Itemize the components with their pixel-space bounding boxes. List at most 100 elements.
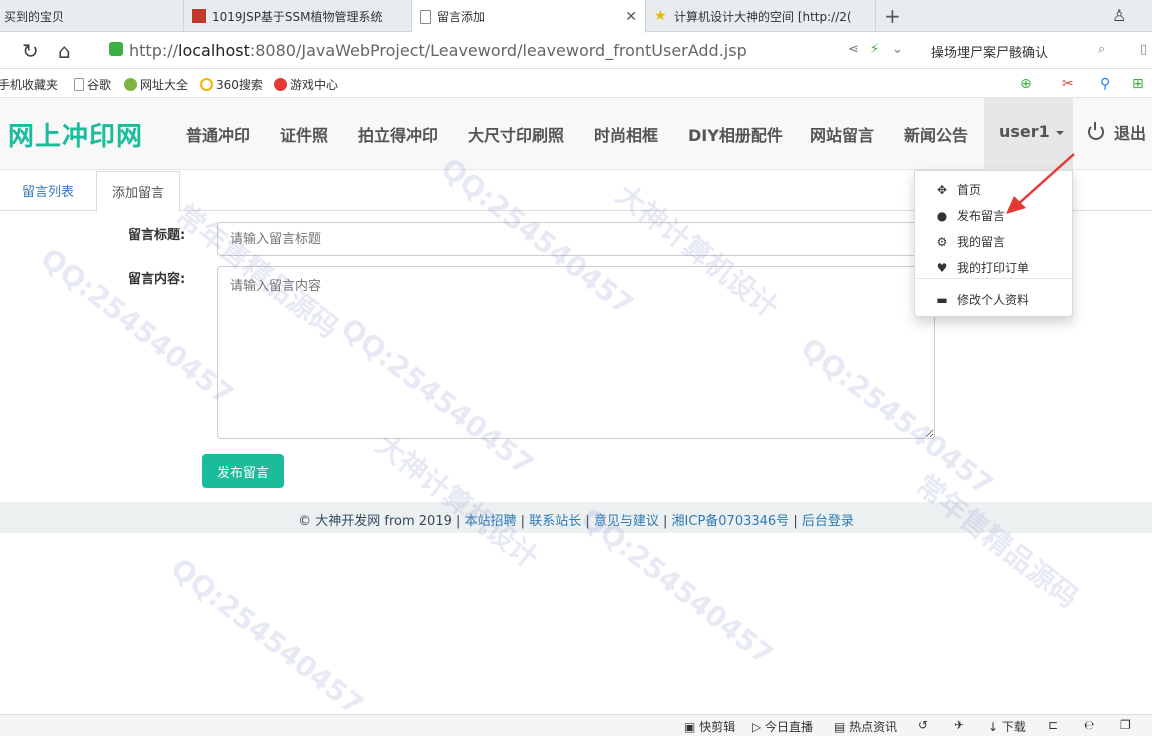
menu-item-home[interactable]: ✥ 首页 xyxy=(935,181,981,198)
content-textarea[interactable] xyxy=(217,266,935,439)
power-icon xyxy=(1088,122,1104,140)
new-tab-icon[interactable]: + xyxy=(884,4,901,28)
bookmark-item[interactable]: 网址大全 xyxy=(124,76,188,93)
status-item[interactable]: ▣ 快剪辑 xyxy=(684,718,735,735)
bookmark-item[interactable]: 谷歌 xyxy=(74,76,111,93)
move-icon: ✥ xyxy=(936,182,948,197)
copyright: © 大神开发网 from 2019 xyxy=(298,514,452,529)
reload-icon[interactable]: ↻ xyxy=(22,39,39,63)
bookmark-item[interactable]: 360搜索 xyxy=(200,76,263,93)
watermark: 常年售精品源码 xyxy=(909,467,1085,615)
tab-message-list[interactable]: 留言列表 xyxy=(7,171,89,211)
star-icon: ★ xyxy=(654,8,667,24)
search-icon[interactable]: ⌕ xyxy=(1098,42,1105,57)
username: user1 xyxy=(999,122,1050,141)
restore-icon[interactable]: ❐ xyxy=(1120,718,1131,732)
url-host: localhost xyxy=(178,41,250,60)
bookmark-label: 手机收藏夹 xyxy=(0,78,59,92)
magnifier-icon[interactable]: ⚲ xyxy=(1100,76,1110,92)
footer-link[interactable]: 意见与建议 xyxy=(594,514,659,529)
bookmark-item[interactable]: 游戏中心 xyxy=(274,76,338,93)
card-icon: ▬ xyxy=(936,292,948,307)
nav-link[interactable]: 拍立得冲印 xyxy=(358,122,438,146)
bookmark-label: 游戏中心 xyxy=(290,78,339,92)
footer-link[interactable]: 后台登录 xyxy=(802,514,854,529)
tab-label: 买到的宝贝 xyxy=(4,9,65,24)
address-bar: ↻ ⌂ http://localhost:8080/JavaWebProject… xyxy=(0,33,1152,69)
status-item[interactable]: ↓ 下载 xyxy=(988,718,1026,735)
history-icon[interactable]: ↺ xyxy=(918,718,928,732)
nav-link[interactable]: DIY相册配件 xyxy=(688,122,783,146)
menu-item-edit-profile[interactable]: ▬ 修改个人资料 xyxy=(935,291,1029,308)
lightning-icon[interactable]: ⚡ xyxy=(870,42,879,57)
content-label: 留言内容: xyxy=(128,272,186,287)
footer-link[interactable]: 本站招聘 xyxy=(465,514,517,529)
browser-tab[interactable]: ★ 计算机设计大神的空间 [http://2( xyxy=(646,0,876,32)
status-label: 今日直播 xyxy=(765,720,814,734)
translate-icon[interactable]: ⊕ xyxy=(1020,76,1032,92)
menu-item-print-orders[interactable]: ♥ 我的打印订单 xyxy=(935,259,1029,276)
annotation-arrow-icon xyxy=(1006,153,1075,214)
status-label: 热点资讯 xyxy=(849,720,898,734)
watermark: 大神计算机设计 xyxy=(368,424,547,576)
menu-label: 首页 xyxy=(957,183,982,197)
logout-button[interactable]: 退出 xyxy=(1088,120,1146,144)
url-prefix: http:// xyxy=(129,41,179,60)
menu-item-my-messages[interactable]: ⚙ 我的留言 xyxy=(935,233,1005,250)
nav-link[interactable]: 时尚相框 xyxy=(594,122,658,146)
close-tab-icon[interactable]: ✕ xyxy=(625,9,637,25)
status-item[interactable]: ▷ 今日直播 xyxy=(752,718,813,735)
footer-link[interactable]: 联系站长 xyxy=(529,514,581,529)
footer: © 大神开发网 from 2019 | 本站招聘 | 联系站长 | 意见与建议 … xyxy=(0,502,1152,533)
nav-link[interactable]: 新闻公告 xyxy=(904,122,968,146)
bookmark-label: 网址大全 xyxy=(140,78,189,92)
heart-icon: ♥ xyxy=(936,260,948,275)
browser-icon[interactable]: ℮ xyxy=(1084,718,1094,732)
submit-button[interactable]: 发布留言 xyxy=(202,454,284,488)
window-icon[interactable]: ⊏ xyxy=(1048,718,1058,732)
site-brand[interactable]: 网上冲印网 xyxy=(8,116,143,153)
status-item[interactable]: ▤ 热点资讯 xyxy=(834,718,897,735)
nav-link[interactable]: 网站留言 xyxy=(810,122,874,146)
secure-shield-icon xyxy=(109,42,123,56)
browser-tab-active[interactable]: 留言添加 ✕ xyxy=(412,0,646,33)
scissors-icon[interactable]: ✂ xyxy=(1062,76,1074,92)
search-box[interactable]: 操场埋尸案尸骸确认 xyxy=(931,42,1048,61)
sidebar-icon[interactable]: ▯ xyxy=(1140,42,1147,57)
shirt-icon[interactable]: ♙ xyxy=(1112,6,1126,25)
browser-tab[interactable]: 买到的宝贝 xyxy=(0,0,184,32)
watermark: QQ:254540457 xyxy=(164,551,370,722)
title-input[interactable] xyxy=(217,222,935,256)
menu-divider xyxy=(916,278,1071,279)
chevron-down-icon[interactable]: ⌄ xyxy=(892,42,903,57)
browser-status-bar: ▣ 快剪辑 ▷ 今日直播 ▤ 热点资讯 ↺ ✈ ↓ 下载 ⊏ ℮ ❐ xyxy=(0,714,1152,736)
status-label: 下载 xyxy=(1001,720,1026,734)
menu-label: 修改个人资料 xyxy=(957,293,1030,307)
gamepad-icon[interactable]: ⊞ xyxy=(1132,76,1144,92)
game-icon xyxy=(274,78,287,91)
tab-label: 留言添加 xyxy=(437,10,486,24)
bookmark-item[interactable]: 手机收藏夹 xyxy=(0,76,58,93)
menu-label: 我的留言 xyxy=(957,235,1006,249)
user-icon: ● xyxy=(936,208,948,223)
globe-icon xyxy=(124,78,137,91)
gear-icon: ⚙ xyxy=(936,234,948,249)
share-icon[interactable]: ⋖ xyxy=(848,42,859,57)
url-field[interactable]: http://localhost:8080/JavaWebProject/Lea… xyxy=(129,41,747,60)
page-icon xyxy=(420,9,431,24)
logout-label: 退出 xyxy=(1114,124,1147,143)
nav-link[interactable]: 大尺寸印刷照 xyxy=(468,122,564,146)
nav-link[interactable]: 普通冲印 xyxy=(186,122,250,146)
watermark: QQ:254540457 xyxy=(34,241,240,412)
nav-link[interactable]: 证件照 xyxy=(280,122,328,146)
pin-icon[interactable]: ✈ xyxy=(954,718,964,732)
browser-tab[interactable]: 1019JSP基于SSM植物管理系统 xyxy=(184,0,412,32)
footer-link[interactable]: 湘ICP备0703346号 xyxy=(672,514,790,529)
url-path: :8080/JavaWebProject/Leaveword/leaveword… xyxy=(249,41,747,60)
bookmark-label: 360搜索 xyxy=(216,78,263,92)
home-icon[interactable]: ⌂ xyxy=(58,39,71,63)
tab-add-message[interactable]: 添加留言 xyxy=(96,171,181,212)
menu-item-post-message[interactable]: ● 发布留言 xyxy=(935,207,1005,224)
bookmarks-bar: 手机收藏夹 谷歌 网址大全 360搜索 游戏中心 ⊕ ✂ ⚲ ⊞ xyxy=(0,70,1152,98)
caret-down-icon xyxy=(1055,130,1064,135)
